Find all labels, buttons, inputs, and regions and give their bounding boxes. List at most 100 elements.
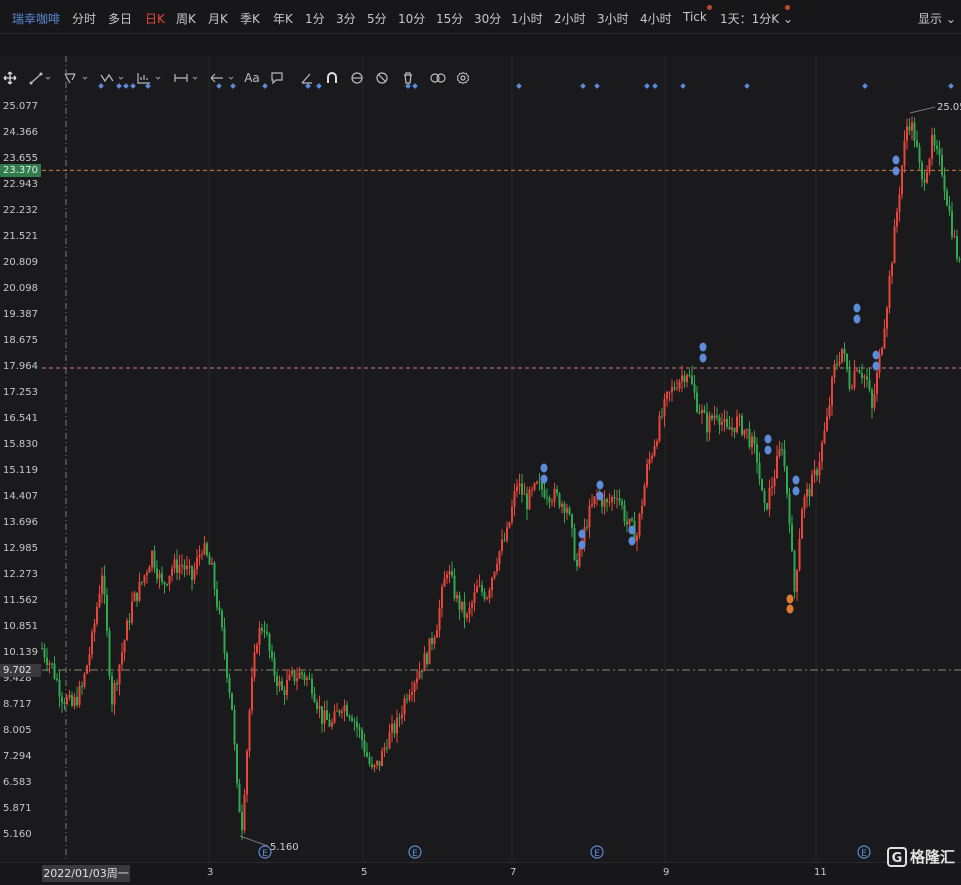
candle-up	[413, 682, 416, 692]
candle-up	[778, 449, 781, 456]
candle-down	[936, 145, 938, 149]
candle-up	[203, 543, 206, 554]
period-tab-2h[interactable]: 2小时	[554, 10, 586, 27]
candle-down	[236, 744, 238, 784]
symbol-name[interactable]: 瑞幸咖啡	[12, 10, 60, 27]
period-tab-15min[interactable]: 15分	[436, 10, 463, 27]
candle-up	[646, 464, 648, 486]
candle-down	[606, 499, 608, 503]
candle-up	[511, 506, 513, 523]
period-tab-intraday[interactable]: 分时	[72, 10, 96, 27]
candle-down	[358, 727, 361, 730]
candle-down	[688, 374, 691, 376]
period-tab-weekly[interactable]: 周K	[176, 10, 196, 27]
candle-up	[686, 374, 688, 383]
period-tab-daily[interactable]: 日K	[145, 10, 165, 27]
candle-down	[361, 729, 363, 741]
event-marker	[262, 83, 268, 89]
period-tab-1h[interactable]: 1小时	[511, 10, 543, 27]
candle-down	[848, 369, 851, 389]
period-tab-monthly[interactable]: 月K	[208, 10, 228, 27]
candle-up	[506, 527, 508, 541]
candle-down	[683, 375, 686, 383]
price-axis: 25.077 24.366 23.655 22.943 22.232 21.521 20.8…	[0, 56, 42, 862]
candle-up	[403, 698, 406, 715]
period-tab-5min[interactable]: 5分	[367, 10, 387, 27]
candle-down	[106, 594, 108, 631]
signal-marker-blue	[628, 536, 636, 546]
period-tab-30min[interactable]: 30分	[474, 10, 501, 27]
period-tab-4h[interactable]: 4小时	[640, 10, 672, 27]
candle-up	[286, 680, 288, 695]
candle-up	[83, 673, 86, 687]
candle-up	[178, 564, 181, 573]
candle-down	[453, 575, 456, 599]
candle-up	[248, 710, 251, 752]
candle-up	[343, 705, 346, 712]
earnings-marker-label: E	[412, 849, 418, 859]
candle-down	[238, 783, 241, 813]
candle-down	[621, 500, 623, 506]
period-tab-3h[interactable]: 3小时	[597, 10, 629, 27]
candle-down	[846, 353, 848, 370]
candle-down	[191, 566, 193, 580]
candle-up	[876, 372, 878, 394]
logo-text: 格隆汇	[909, 848, 955, 866]
candle-down	[156, 568, 158, 579]
y-tick-label: 14.407	[3, 491, 38, 502]
candle-up	[188, 566, 191, 568]
period-tab-10min[interactable]: 10分	[398, 10, 425, 27]
period-tab-multiday[interactable]: 多日	[108, 10, 132, 27]
event-marker	[580, 83, 586, 89]
candle-up	[288, 674, 291, 681]
candle-down	[76, 697, 78, 706]
event-marker	[145, 83, 151, 89]
candle-up	[373, 764, 376, 768]
period-tab-tick[interactable]: Tick	[683, 10, 707, 24]
candle-down	[163, 582, 166, 584]
candle-up	[881, 347, 883, 355]
high-price-label: 25.05	[937, 102, 961, 113]
candle-up	[171, 568, 173, 576]
candle-down	[718, 417, 721, 425]
range-selector[interactable]: 1天：1分K ⌄	[720, 10, 793, 27]
chevron-down-icon: ⌄	[945, 12, 956, 26]
candle-up	[751, 436, 753, 448]
y-tick-label: 7.294	[3, 750, 32, 762]
candle-up	[893, 226, 896, 264]
candle-up	[643, 485, 646, 506]
candle-down	[941, 154, 943, 175]
candle-down	[276, 675, 278, 687]
candle-up	[731, 427, 733, 430]
y-tick-label: 24.366	[3, 126, 38, 138]
candle-up	[926, 172, 928, 183]
x-tick-label: 3	[207, 867, 214, 878]
candle-up	[566, 508, 568, 513]
logo-mark: G	[886, 846, 907, 867]
period-tab-yearly[interactable]: 年K	[273, 10, 293, 27]
price-chart[interactable]: E E E E 25.05 5.160	[0, 56, 961, 862]
time-axis: 2022/01/03周一 3 5 7 9 11	[0, 862, 961, 885]
candle-up	[123, 640, 126, 653]
period-tab-quarterly[interactable]: 季K	[240, 10, 260, 27]
y-tick-label: 22.943	[3, 179, 38, 190]
candle-down	[483, 592, 486, 599]
event-marker	[98, 83, 104, 89]
candle-up	[773, 477, 776, 487]
period-tab-3min[interactable]: 3分	[336, 10, 356, 27]
candle-down	[53, 663, 56, 679]
y-tick-label: 19.387	[3, 308, 38, 320]
signal-marker-blue	[892, 166, 900, 176]
candle-up	[466, 614, 468, 618]
candle-down	[368, 756, 371, 765]
candle-up	[931, 134, 933, 159]
candle-down	[328, 719, 331, 727]
event-marker	[130, 83, 136, 89]
x-tick-label: 5	[361, 867, 368, 878]
candle-up	[528, 489, 531, 510]
candle-up	[418, 671, 421, 679]
period-tab-1min[interactable]: 1分	[305, 10, 325, 27]
display-button[interactable]: 显示 ⌄	[918, 10, 956, 27]
candle-down	[918, 146, 921, 163]
candle-up	[198, 555, 201, 558]
